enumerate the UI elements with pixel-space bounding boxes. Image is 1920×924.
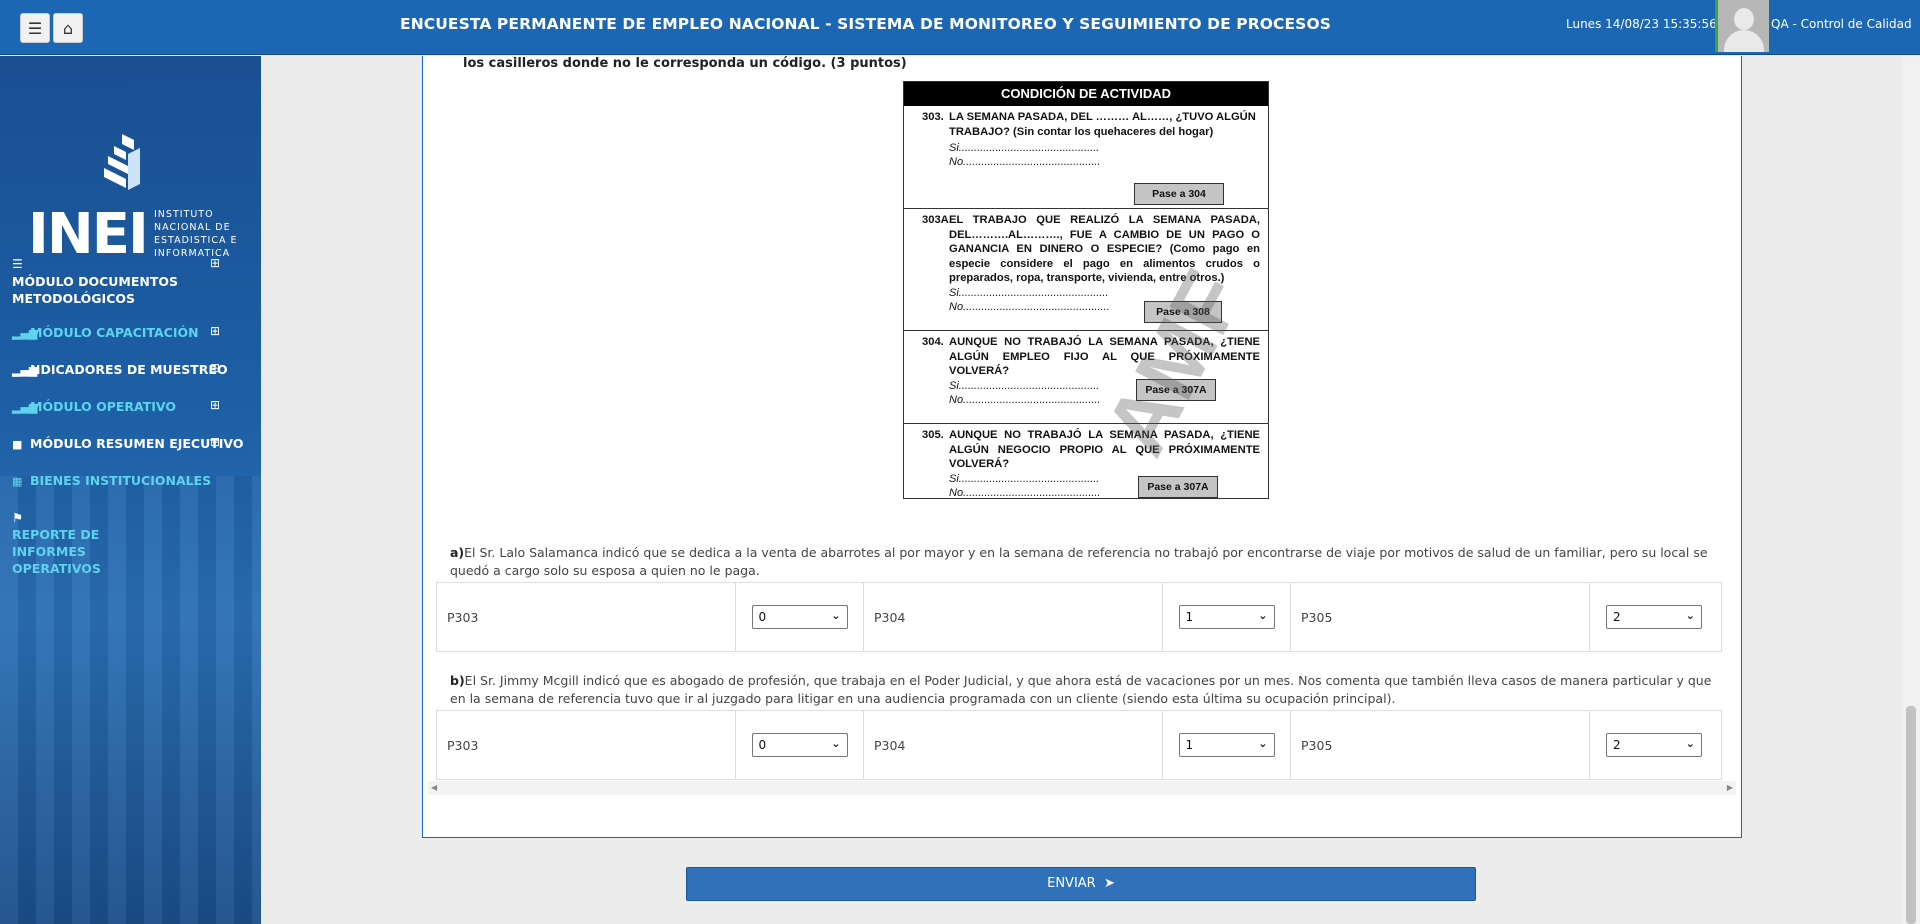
sidebar-item-resumen-ejecutivo[interactable]: ■ MÓDULO RESUMEN EJECUTIVO [12, 435, 244, 453]
p304-select[interactable]: 1 ⌄ [1178, 605, 1275, 629]
flag-icon: ⚑ [12, 510, 24, 525]
top-navbar: ☰ ⌂ ENCUESTA PERMANENTE DE EMPLEO NACION… [0, 0, 1920, 55]
avatar[interactable] [1715, 0, 1769, 52]
chevron-down-icon: ⌄ [831, 609, 841, 622]
bar-chart-icon: ▂▄▆ [12, 364, 38, 377]
scroll-right-icon[interactable]: ▶ [1727, 783, 1733, 792]
paper-plane-icon: ➤ [1099, 876, 1115, 891]
logo-subtitle: INSTITUTO NACIONAL DE ESTADISTICA E INFO… [154, 209, 238, 259]
expand-icon[interactable]: ⊞ [210, 324, 220, 338]
p305-label: P305 [1291, 583, 1590, 651]
p304-label: P304 [864, 583, 1163, 651]
chevron-down-icon: ⌄ [1685, 609, 1695, 622]
chevron-down-icon: ⌄ [831, 737, 841, 750]
p304-select[interactable]: 1 ⌄ [1178, 733, 1275, 757]
list-icon: ☰ [12, 257, 23, 271]
table-icon: ▦ [12, 475, 23, 488]
expand-icon[interactable]: ⊞ [210, 361, 220, 375]
chevron-down-icon: ⌄ [1258, 737, 1268, 750]
form-q303: 303. LA SEMANA PASADA, DEL ……… AL……, ¿TU… [904, 106, 1268, 209]
sidebar-item-reporte[interactable]: ⚑ REPORTE DE INFORMES OPERATIVOS [12, 509, 172, 577]
vertical-scrollbar[interactable] [1903, 56, 1920, 924]
sidebar-item-label: MÓDULO CAPACITACIÓN [30, 325, 199, 340]
p303-select[interactable]: 0 ⌄ [751, 733, 848, 757]
datetime-display: Lunes 14/08/23 15:35:56 [1566, 17, 1717, 31]
p305-label: P305 [1291, 711, 1590, 779]
sidebar-item-label: NDICADORES DE MUESTREO [30, 362, 228, 377]
briefcase-icon: ■ [12, 438, 23, 451]
question-panel: los casilleros donde no le corresponda u… [422, 56, 1742, 838]
p304-label: P304 [864, 711, 1163, 779]
chevron-down-icon: ⌄ [1685, 737, 1695, 750]
horizontal-scrollbar[interactable]: ◀ ▶ [428, 781, 1736, 795]
bar-chart-icon: ▂▄▆ [12, 401, 38, 414]
sidebar: INEI INSTITUTO NACIONAL DE ESTADISTICA E… [0, 56, 261, 924]
sidebar-item-label: REPORTE DE INFORMES OPERATIVOS [12, 527, 101, 576]
condicion-actividad-image: CONDICIÓN DE ACTIVIDAD 303. LA SEMANA PA… [903, 81, 1269, 499]
sidebar-item-label: MÓDULO OPERATIVO [30, 399, 177, 414]
question-text: los casilleros donde no le corresponda u… [463, 56, 907, 71]
scrollbar-thumb[interactable] [1906, 706, 1916, 924]
main-content: los casilleros donde no le corresponda u… [262, 56, 1920, 924]
case-a-text: a)El Sr. Lalo Salamanca indicó que se de… [450, 545, 1708, 578]
expand-icon[interactable]: ⊞ [210, 398, 220, 412]
form-header: CONDICIÓN DE ACTIVIDAD [904, 82, 1268, 106]
sidebar-item-capacitacion[interactable]: ▂▄▆MÓDULO CAPACITACIÓN [12, 324, 199, 342]
sidebar-item-bienes[interactable]: ▦ BIENES INSTITUCIONALES [12, 472, 211, 490]
bar-chart-icon: ▂▄▆ [12, 327, 38, 340]
sidebar-item-label: MÓDULO DOCUMENTOS METODOLÓGICOS [12, 274, 179, 306]
case-b-answers: P303 0 ⌄ P304 1 ⌄ P305 2 ⌄ [436, 710, 1722, 780]
expand-icon[interactable]: ⊞ [210, 256, 220, 270]
case-b-text: b)El Sr. Jimmy Mcgill indicó que es abog… [450, 673, 1712, 706]
p303-label: P303 [437, 583, 736, 651]
p305-select[interactable]: 2 ⌄ [1606, 733, 1702, 757]
p305-select[interactable]: 2 ⌄ [1606, 605, 1702, 629]
sidebar-item-operativo[interactable]: ▂▄▆MÓDULO OPERATIVO [12, 398, 176, 416]
submit-button[interactable]: ENVIAR ➤ [686, 867, 1476, 901]
home-icon[interactable]: ⌂ [53, 13, 83, 43]
app-title: ENCUESTA PERMANENTE DE EMPLEO NACIONAL -… [400, 15, 1331, 33]
chevron-down-icon: ⌄ [1258, 609, 1268, 622]
hamburger-icon[interactable]: ☰ [20, 13, 50, 43]
p303-label: P303 [437, 711, 736, 779]
user-name[interactable]: QA - Control de Calidad [1771, 17, 1912, 31]
sidebar-item-documentos[interactable]: ☰ MÓDULO DOCUMENTOS METODOLÓGICOS [12, 256, 192, 307]
scroll-left-icon[interactable]: ◀ [431, 783, 437, 792]
p303-select[interactable]: 0 ⌄ [751, 605, 848, 629]
form-q305: 305. AUNQUE NO TRABAJÓ LA SEMANA PASADA,… [922, 429, 1260, 499]
logo-cubes-icon [104, 134, 140, 190]
sidebar-item-indicadores[interactable]: ▂▄▆NDICADORES DE MUESTREO [12, 361, 228, 379]
case-a-answers: P303 0 ⌄ P304 1 ⌄ P305 2 ⌄ [436, 582, 1722, 652]
sidebar-item-label: BIENES INSTITUCIONALES [30, 473, 212, 488]
inei-logo: INEI INSTITUTO NACIONAL DE ESTADISTICA E… [28, 134, 238, 267]
expand-icon[interactable]: ⊞ [210, 435, 220, 449]
